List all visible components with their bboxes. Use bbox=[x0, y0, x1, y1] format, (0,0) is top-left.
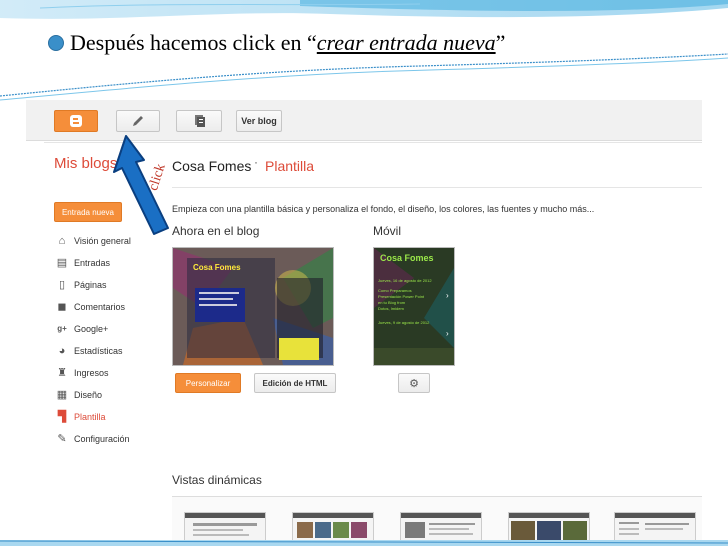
posts-list-button[interactable] bbox=[176, 110, 222, 132]
paint-roller-icon: ▜ bbox=[57, 410, 67, 423]
title-close-quote: ” bbox=[495, 30, 506, 55]
sidebar-item-label: Configuración bbox=[74, 434, 130, 444]
sidebar-item-stats[interactable]: ◕ Estadísticas bbox=[56, 344, 123, 358]
sidebar-item-posts[interactable]: ▤ Entradas bbox=[56, 256, 110, 270]
sidebar-item-template[interactable]: ▜ Plantilla bbox=[56, 410, 106, 424]
mobile-post-date: Jueves, 9 de agosto de 2012 bbox=[378, 320, 430, 325]
section-title: Plantilla bbox=[265, 158, 315, 174]
mobile-post-line: en tu Blog from bbox=[378, 300, 406, 305]
my-blogs-link[interactable]: Mis blogs bbox=[54, 155, 117, 172]
sidebar-item-comments[interactable]: ◼ Comentarios bbox=[56, 300, 125, 314]
trophy-icon: ♜ bbox=[57, 366, 67, 379]
chevron-right-icon: › bbox=[446, 291, 449, 300]
dynamic-views-heading: Vistas dinámicas bbox=[172, 473, 262, 487]
template-intro-text: Empieza con una plantilla básica y perso… bbox=[172, 204, 595, 214]
sidebar-item-label: Diseño bbox=[74, 390, 103, 400]
breadcrumb-separator: · bbox=[254, 155, 258, 169]
view-blog-button[interactable]: Ver blog bbox=[236, 110, 282, 132]
title-text: Después hacemos click en “ bbox=[70, 30, 317, 55]
pencil-icon bbox=[133, 116, 143, 126]
mobile-post-date: Jueves, 16 de agosto de 2012 bbox=[378, 278, 432, 283]
mobile-post-line: Dotos, Imidem bbox=[378, 306, 404, 311]
mobile-thumbnail-title: Cosa Fomes bbox=[380, 253, 434, 263]
bullet-icon bbox=[48, 34, 64, 51]
sidebar-item-label: Comentarios bbox=[74, 302, 126, 312]
sidebar-item-label: Plantilla bbox=[74, 412, 106, 422]
customize-button[interactable]: Personalizar bbox=[175, 373, 241, 393]
sidebar-item-earnings[interactable]: ♜ Ingresos bbox=[56, 366, 109, 380]
mobile-template-preview: Cosa Fomes Jueves, 16 de agosto de 2012 … bbox=[374, 248, 454, 365]
sidebar-item-label: Páginas bbox=[74, 280, 107, 290]
graffiti-template-preview: Cosa Fomes bbox=[173, 248, 333, 365]
sidebar-item-label: Entradas bbox=[74, 258, 111, 268]
mobile-settings-button[interactable]: ⚙ bbox=[398, 373, 430, 393]
title-emphasis: crear entrada nueva bbox=[316, 30, 496, 55]
mobile-post-line: Presentación Power Point bbox=[378, 294, 425, 299]
sidebar-item-settings[interactable]: ✎ Configuración bbox=[56, 432, 130, 446]
posts-icon: ▤ bbox=[56, 256, 68, 269]
edit-html-button[interactable]: Edición de HTML bbox=[254, 373, 336, 393]
sidebar-item-label: Google+ bbox=[74, 324, 109, 334]
documents-icon bbox=[195, 115, 205, 127]
sidebar-item-layout[interactable]: ▦ Diseño bbox=[56, 388, 102, 402]
slide-title: Después hacemos click en “crear entrada … bbox=[48, 30, 505, 56]
mobile-template-thumbnail[interactable]: Cosa Fomes Jueves, 16 de agosto de 2012 … bbox=[373, 247, 455, 366]
wrench-icon: ✎ bbox=[57, 432, 67, 445]
home-icon: ⌂ bbox=[58, 234, 66, 247]
pages-icon: ▯ bbox=[58, 278, 66, 291]
blogger-logo-icon bbox=[70, 115, 82, 127]
stats-icon: ◕ bbox=[58, 344, 66, 357]
layout-icon: ▦ bbox=[56, 388, 68, 401]
google-plus-icon: g+ bbox=[57, 324, 67, 333]
sidebar-item-pages[interactable]: ▯ Páginas bbox=[56, 278, 107, 292]
current-template-thumbnail[interactable]: Cosa Fomes bbox=[172, 247, 334, 366]
thumbnail-blog-title: Cosa Fomes bbox=[193, 263, 241, 272]
mobile-template-heading: Móvil bbox=[373, 224, 402, 238]
chevron-right-icon: › bbox=[446, 329, 449, 338]
sidebar-item-label: Estadísticas bbox=[74, 346, 123, 356]
sidebar-item-label: Ingresos bbox=[74, 368, 109, 378]
new-post-toolbar-button[interactable] bbox=[116, 110, 160, 132]
divider bbox=[172, 187, 702, 188]
bottom-wave-decoration bbox=[0, 540, 728, 546]
blogger-home-button[interactable] bbox=[54, 110, 98, 132]
gear-icon: ⚙ bbox=[409, 377, 419, 390]
sidebar-item-google-plus[interactable]: g+ Google+ bbox=[56, 322, 108, 336]
mobile-post-line: Como Preparamos bbox=[378, 288, 412, 293]
comments-icon: ◼ bbox=[57, 300, 67, 313]
